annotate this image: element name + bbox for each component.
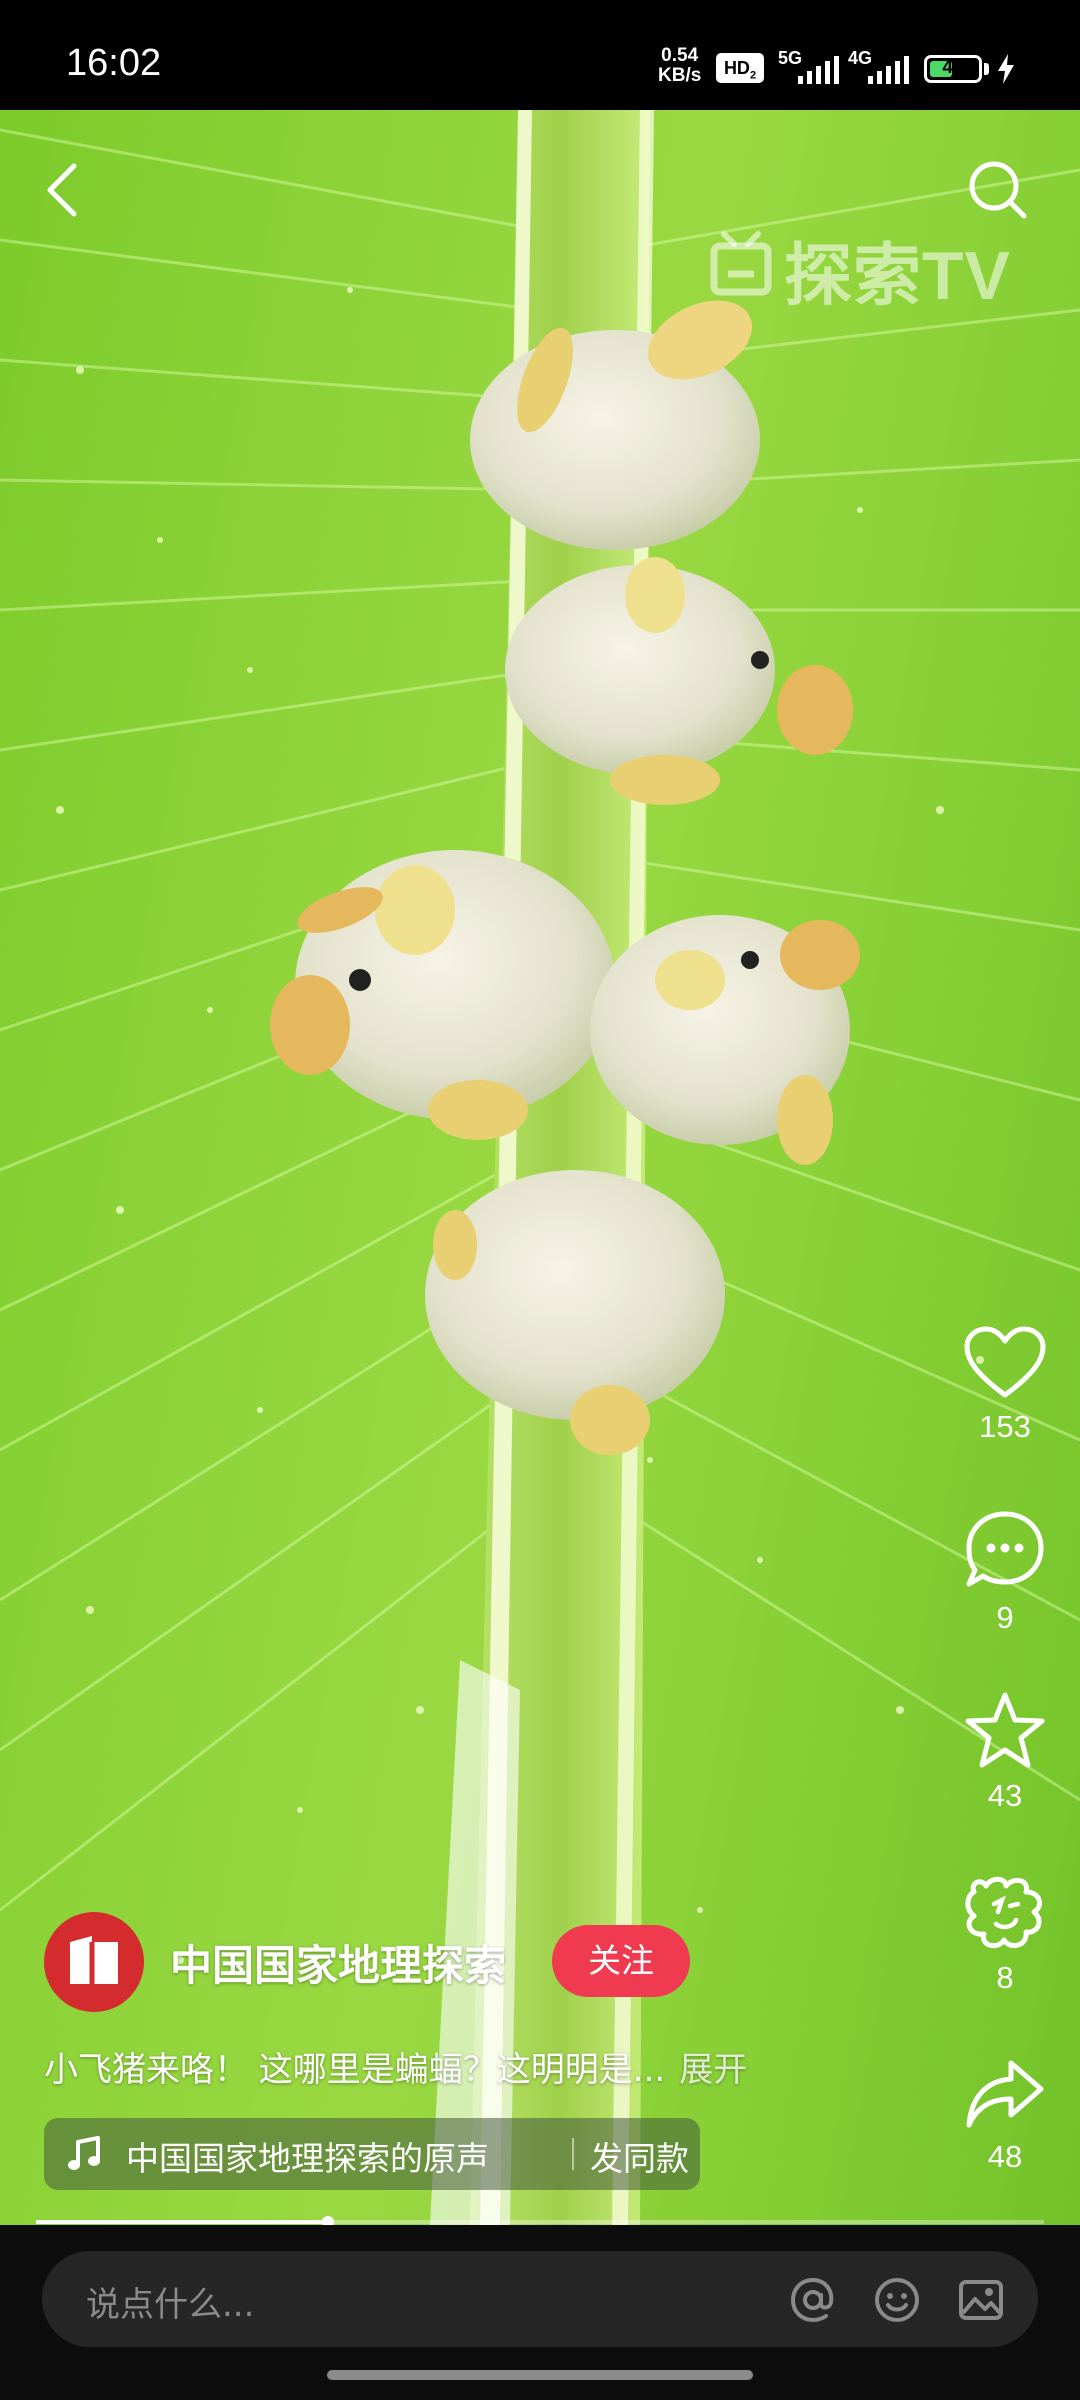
video-progress-bar[interactable] [36,2216,1044,2228]
favorite-button[interactable]: 43 [955,1690,1055,1814]
comment-count: 9 [996,1600,1014,1635]
heart-icon [964,1326,1046,1398]
charging-bolt-icon [998,54,1014,84]
music-name: 中国国家地理探索的原声 [126,2139,489,2178]
author-avatar[interactable] [44,1912,144,2012]
battery-cap [984,63,989,75]
network-speed-value: 0.54 [661,45,699,66]
video-caption[interactable]: 小飞猪来咯！ 这哪里是蝙蝠？这明明是... 展开 [44,2042,747,2091]
search-icon[interactable] [958,150,1038,230]
gift-count: 8 [996,1960,1014,1995]
status-bar: 16:02 0.54 KB/s HD2 5G 4G 48 [0,0,1080,110]
at-icon[interactable] [788,2275,838,2325]
image-icon[interactable] [956,2275,1006,2325]
share-arrow-icon [966,2060,1044,2128]
author-name[interactable]: 中国国家地理探索 [170,1932,506,1993]
share-count: 48 [987,2139,1023,2174]
follow-button[interactable]: 关注 [552,1925,690,1997]
music-note-icon [68,2136,100,2170]
network-speed: 0.54 KB/s [658,46,701,86]
share-button[interactable]: 48 [955,2055,1055,2175]
video-frame-bats-on-leaf [0,110,1080,2225]
gift-button[interactable]: 8 [955,1872,1055,1996]
comment-input[interactable]: 说点什么... [42,2251,1038,2347]
comment-placeholder: 说点什么... [86,2285,255,2325]
status-time: 16:02 [66,42,162,84]
comment-button[interactable]: 9 [955,1508,1055,1636]
hd-voice-badge: HD2 [716,53,764,83]
comment-bubble-icon [966,1511,1044,1587]
emoji-gift-icon [965,1876,1043,1949]
use-same-sound-button[interactable]: 发同款 [566,2132,689,2180]
battery-icon: 48 [924,55,982,83]
emoji-icon[interactable] [872,2275,922,2325]
music-pill[interactable]: 中国国家地理探索的原声 发同款 [44,2118,700,2190]
battery-level: 48 [942,57,964,78]
video-watermark: 探索TV [784,238,1011,314]
author-logo-icon [70,1936,118,1986]
favorite-count: 43 [987,1778,1023,1813]
home-indicator[interactable] [327,2370,753,2380]
watermark-tv-icon [710,231,772,296]
video-progress-fill [36,2220,329,2224]
like-count: 153 [979,1409,1031,1444]
caption-text: 小飞猪来咯！ 这哪里是蝙蝠？这明明是... [44,2050,666,2090]
back-arrow-icon[interactable] [26,150,106,230]
like-button[interactable]: 153 [955,1325,1055,1445]
expand-caption-link[interactable]: 展开 [679,2050,747,2090]
star-icon [965,1692,1045,1768]
network-speed-unit: KB/s [658,65,702,86]
video-player[interactable]: 探索TV [0,110,1080,2225]
